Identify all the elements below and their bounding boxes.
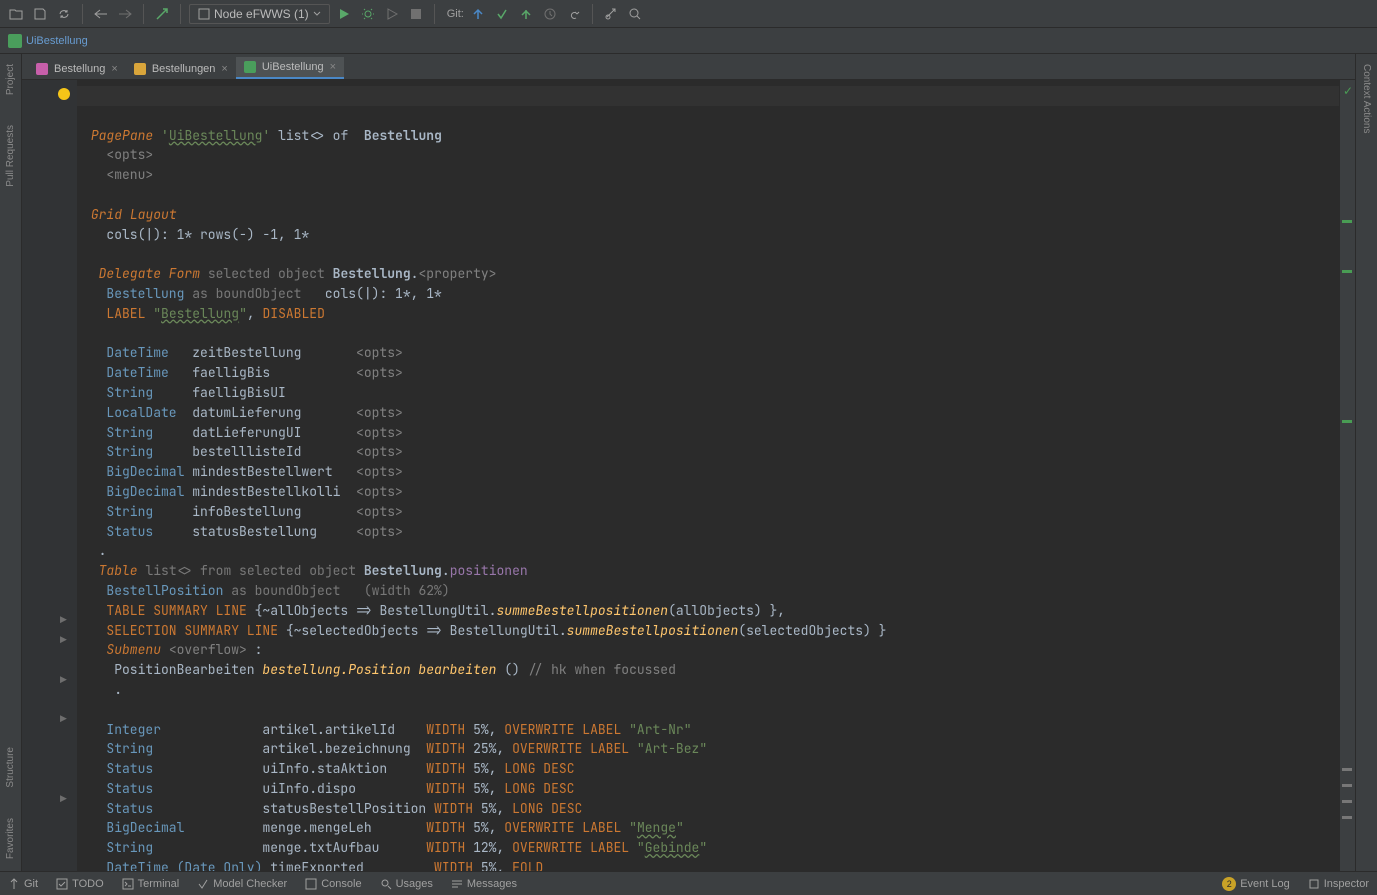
minimap-marker[interactable] <box>1342 816 1352 819</box>
git-rollback-icon[interactable] <box>564 4 584 24</box>
sb-todo[interactable]: TODO <box>56 878 104 890</box>
git-pull-icon[interactable] <box>468 4 488 24</box>
sb-event-log[interactable]: 2Event Log <box>1222 877 1290 891</box>
git-commit-icon[interactable] <box>492 4 512 24</box>
sb-git[interactable]: Git <box>8 878 38 890</box>
tab-label: Bestellungen <box>152 63 216 75</box>
minimap-marker[interactable] <box>1342 784 1352 787</box>
tab-icon <box>244 61 256 73</box>
debug-icon[interactable] <box>358 4 378 24</box>
editor-gutter[interactable]: ▶ ▶ ▶ ▶ ▶ <box>22 80 77 871</box>
favorites-tool[interactable]: Favorites <box>5 818 16 859</box>
left-tool-rail: Project Pull Requests Structure Favorite… <box>0 54 22 871</box>
coverage-icon[interactable] <box>382 4 402 24</box>
git-label: Git: <box>447 8 464 20</box>
minimap-marker[interactable] <box>1342 800 1352 803</box>
tab-icon <box>134 63 146 75</box>
tab-icon <box>36 63 48 75</box>
pull-requests-tool[interactable]: Pull Requests <box>5 125 16 187</box>
settings-icon[interactable] <box>601 4 621 24</box>
code-editor[interactable]: PagePane 'UiBestellung' list<> of Bestel… <box>77 80 1339 871</box>
structure-tool[interactable]: Structure <box>5 747 16 788</box>
close-icon[interactable]: × <box>330 61 336 73</box>
run-config-dropdown[interactable]: Node eFWWS (1) <box>189 4 330 24</box>
save-icon[interactable] <box>30 4 50 24</box>
right-tool-rail: Context Actions <box>1355 54 1377 871</box>
editor-tabs: Bestellung × Bestellungen × UiBestellung… <box>22 54 1355 80</box>
run-config-label: Node eFWWS (1) <box>214 7 309 21</box>
status-bar: Git TODO Terminal Model Checker Console … <box>0 871 1377 895</box>
badge-count: 2 <box>1222 877 1236 891</box>
sb-terminal[interactable]: Terminal <box>122 878 180 890</box>
context-actions-tool[interactable]: Context Actions <box>1361 64 1372 133</box>
editor-scrollbar[interactable]: ✓ <box>1339 80 1355 871</box>
tab-label: UiBestellung <box>262 61 324 73</box>
run-icon[interactable] <box>334 4 354 24</box>
file-type-icon <box>8 34 22 48</box>
inspection-ok-icon[interactable]: ✓ <box>1343 84 1353 98</box>
sb-inspector[interactable]: Inspector <box>1308 877 1369 891</box>
tab-uibestellung[interactable]: UiBestellung × <box>236 57 344 79</box>
editor-column: Bestellung × Bestellungen × UiBestellung… <box>22 54 1355 871</box>
build-icon[interactable] <box>152 4 172 24</box>
close-icon[interactable]: × <box>221 63 227 75</box>
forward-icon[interactable] <box>115 4 135 24</box>
tab-bestellungen[interactable]: Bestellungen × <box>126 59 236 79</box>
search-icon[interactable] <box>625 4 645 24</box>
main-toolbar: Node eFWWS (1) Git: <box>0 0 1377 28</box>
back-icon[interactable] <box>91 4 111 24</box>
git-push-icon[interactable] <box>516 4 536 24</box>
change-marker[interactable] <box>1342 220 1352 223</box>
tab-bestellung[interactable]: Bestellung × <box>28 59 126 79</box>
stop-icon[interactable] <box>406 4 426 24</box>
breadcrumb: UiBestellung <box>0 28 1377 54</box>
project-tool[interactable]: Project <box>5 64 16 95</box>
tab-label: Bestellung <box>54 63 105 75</box>
intention-bulb-icon[interactable] <box>58 88 70 100</box>
caret-line-highlight <box>77 86 1339 106</box>
minimap-marker[interactable] <box>1342 768 1352 771</box>
change-marker[interactable] <box>1342 270 1352 273</box>
refresh-icon[interactable] <box>54 4 74 24</box>
sb-messages[interactable]: Messages <box>451 878 517 890</box>
git-history-icon[interactable] <box>540 4 560 24</box>
editor-area[interactable]: ▶ ▶ ▶ ▶ ▶ PagePane 'UiBestellung' list<>… <box>22 80 1355 871</box>
close-icon[interactable]: × <box>111 63 117 75</box>
breadcrumb-file[interactable]: UiBestellung <box>26 35 88 47</box>
sb-usages[interactable]: Usages <box>380 878 433 890</box>
open-icon[interactable] <box>6 4 26 24</box>
sb-console[interactable]: Console <box>305 878 361 890</box>
sb-model-checker[interactable]: Model Checker <box>197 878 287 890</box>
change-marker[interactable] <box>1342 420 1352 423</box>
